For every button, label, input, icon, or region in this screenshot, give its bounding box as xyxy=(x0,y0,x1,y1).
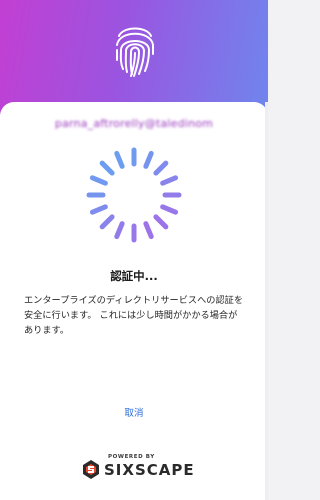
card-edge xyxy=(265,102,268,500)
cancel-button[interactable]: 取消 xyxy=(114,405,154,421)
spinner-segment xyxy=(99,214,115,230)
spinner-segment xyxy=(114,221,125,240)
spinner-segment xyxy=(89,175,108,186)
spinner-segment xyxy=(153,160,169,176)
fingerprint-icon xyxy=(116,27,154,77)
auth-screen: parna_aftrorelly@taledinom 認証中... エンタープラ… xyxy=(0,0,268,500)
spinner-segment xyxy=(143,150,154,169)
spinner-segment xyxy=(99,160,115,176)
status-message: エンタープライズのディレクトリサービスへの認証を安全に行います。 これには少し時… xyxy=(24,295,244,336)
loading-spinner-icon xyxy=(86,147,182,243)
powered-by-label: POWERED BY xyxy=(108,454,155,460)
spinner-segment xyxy=(89,204,108,215)
spinner-segment xyxy=(160,204,179,215)
spinner-segment xyxy=(143,221,154,240)
brand-name: SIXSCAPE xyxy=(104,461,195,479)
spinner-segment xyxy=(153,214,169,230)
spinner-segment xyxy=(114,150,125,169)
powered-by-footer: POWERED BY SIXSCAPE xyxy=(0,453,268,483)
status-title: 認証中... xyxy=(110,269,158,283)
sixscape-logo-icon xyxy=(83,460,99,479)
spinner-segment xyxy=(160,175,179,186)
account-email: parna_aftrorelly@taledinom xyxy=(54,117,214,130)
